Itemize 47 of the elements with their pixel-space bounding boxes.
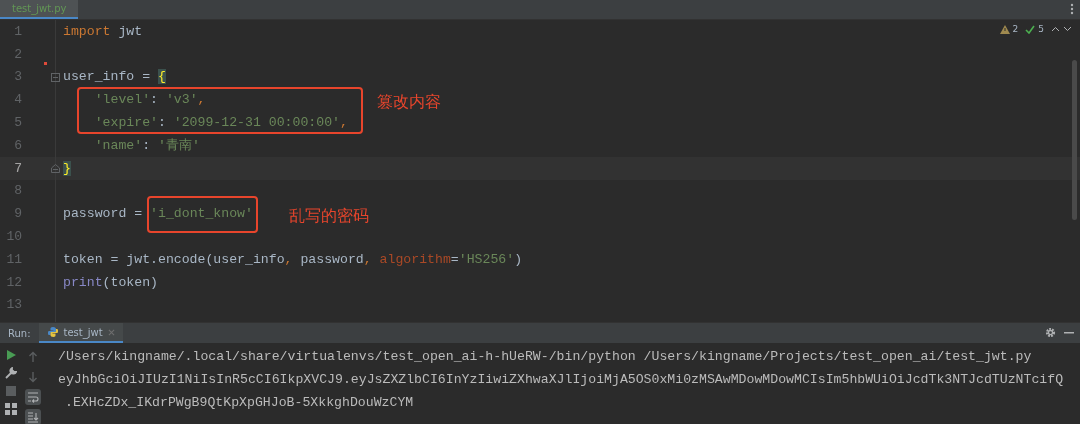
run-tab[interactable]: test_jwt xyxy=(38,323,123,343)
line-number: 3 xyxy=(13,69,22,85)
code-line: 'name': '青南' xyxy=(93,137,200,155)
line-number: 1 xyxy=(13,23,22,39)
code-line: password = 'i_dont_know' xyxy=(63,206,253,222)
annotation-label: 篡改内容 xyxy=(377,92,441,113)
soft-wrap-button[interactable] xyxy=(25,389,41,405)
scrollbar[interactable] xyxy=(1072,60,1077,220)
code-line: print(token) xyxy=(63,274,158,290)
chevron-up-icon[interactable] xyxy=(1051,26,1060,32)
code-line: import jwt xyxy=(63,23,143,39)
run-label: Run: xyxy=(7,326,32,341)
code-line: token = jwt.encode(user_info, password, algorithm='HS256') xyxy=(63,251,523,267)
wrench-icon[interactable] xyxy=(5,367,17,379)
line-number: 9 xyxy=(13,206,22,222)
line-number: 4 xyxy=(13,92,22,108)
settings-icon[interactable] xyxy=(1045,327,1056,338)
line-number: 5 xyxy=(13,115,22,131)
line-number: 12 xyxy=(5,274,22,290)
line-number: 2 xyxy=(13,46,22,62)
line-number: 10 xyxy=(5,229,22,245)
console-line: .EXHcZDx_IKdrPWgB9QtKpXpGHJoB-5XkkghDouWzCYM xyxy=(64,394,415,412)
weak-warning-count: 5 xyxy=(1038,24,1044,34)
code-line: 'level': 'v3', xyxy=(93,92,206,108)
warning-icon[interactable] xyxy=(999,24,1010,34)
line-number: 6 xyxy=(13,137,22,153)
stop-icon[interactable] xyxy=(5,385,17,397)
console-line: /Users/kingname/.local/share/virtualenvs/test_open_ai-h-hUeRW-/bin/python /Users/kingname/Projects/test_open_ai/test_jwt.py xyxy=(58,348,1033,366)
line-number: 11 xyxy=(5,251,22,267)
scroll-to-end-button[interactable] xyxy=(25,409,41,424)
run-icon[interactable] xyxy=(5,349,17,361)
chevron-down-icon[interactable] xyxy=(1063,26,1072,32)
layout-icon[interactable] xyxy=(5,403,17,415)
line-number: 7 xyxy=(13,160,22,176)
code-line: 'expire': '2099-12-31 00:00:00', xyxy=(93,115,348,131)
check-icon[interactable] xyxy=(1025,24,1036,34)
change-marker-icon xyxy=(44,62,47,65)
console-line: eyJhbGciOiJIUzI1NiIsInR5cCI6IkpXVCJ9.eyJsZXZlbCI6InYzIiwiZXhwaXJlIjoiMjA5OS0xMi0zMSAwMDowMDowMCIsIm5hbWUiOiJcdTk3NTJcdTUzNTcifQ xyxy=(58,371,1064,389)
line-number: 8 xyxy=(13,183,22,199)
line-number: 13 xyxy=(5,297,22,313)
python-icon xyxy=(46,326,59,338)
fold-icon[interactable] xyxy=(51,73,60,82)
annotation-label: 乱写的密码 xyxy=(289,206,369,227)
file-tab[interactable]: test_jwt.py xyxy=(0,0,78,19)
warning-count: 2 xyxy=(1012,24,1019,34)
more-icon[interactable] xyxy=(1070,3,1074,15)
code-line: user_info = { xyxy=(63,69,166,85)
